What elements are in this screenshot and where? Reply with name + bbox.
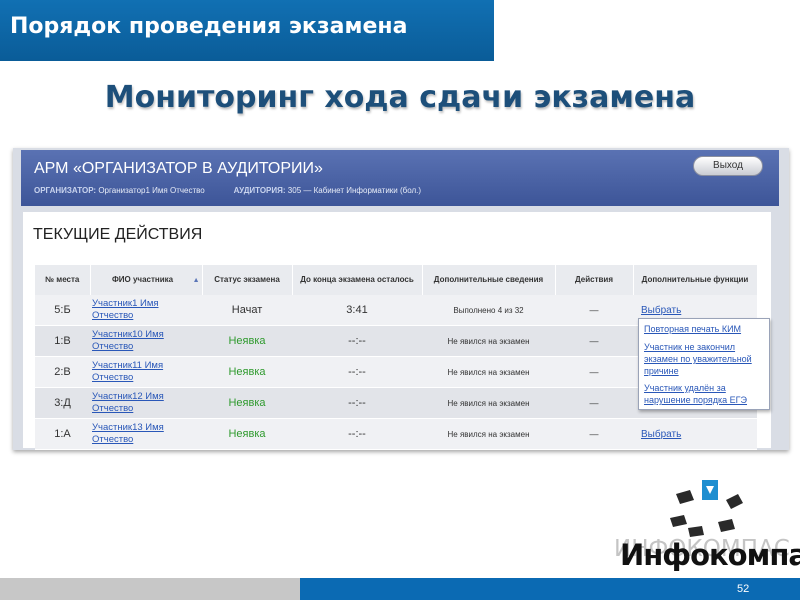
participant-link[interactable]: Участник1 Имя Отчество xyxy=(92,298,159,321)
room-value: 305 — Кабинет Информатики (бол.) xyxy=(287,186,422,195)
participant-link[interactable]: Участник11 Имя Отчество xyxy=(92,360,163,383)
time-cell: --:-- xyxy=(292,325,422,357)
function-cell: Выбрать xyxy=(633,418,757,450)
status-cell: Начат xyxy=(202,295,292,326)
functions-dropdown: Повторная печать КИМ Участник не закончи… xyxy=(638,318,770,410)
time-cell: --:-- xyxy=(292,418,422,450)
seat-cell: 3:Д xyxy=(35,387,90,419)
seat-cell: 1:В xyxy=(35,325,90,357)
action-cell: — xyxy=(555,325,633,357)
sort-arrow-icon[interactable]: ▲ xyxy=(193,276,200,286)
organizer-label: ОРГАНИЗАТОР: xyxy=(34,186,97,195)
name-cell: Участник10 Имя Отчество xyxy=(90,325,202,357)
name-line2: Отчество xyxy=(92,434,134,445)
name-cell: Участник11 Имя Отчество xyxy=(90,356,202,388)
select-link[interactable]: Выбрать xyxy=(641,429,681,440)
info-cell: Не явился на экзамен xyxy=(422,325,555,357)
col-actions[interactable]: Действия xyxy=(555,265,634,295)
seat-cell: 1:А xyxy=(35,418,90,450)
slide-footer: 52 xyxy=(0,578,800,600)
name-line2: Отчество xyxy=(92,310,134,321)
name-line1: Участник13 Имя xyxy=(92,422,164,433)
col-info[interactable]: Дополнительные сведения xyxy=(422,265,556,295)
name-line1: Участник10 Имя xyxy=(92,329,164,340)
name-cell: Участник1 Имя Отчество xyxy=(90,295,202,326)
name-cell: Участник12 Имя Отчество xyxy=(90,387,202,419)
name-line1: Участник12 Имя xyxy=(92,391,164,402)
app-top-bar: АРМ «ОРГАНИЗАТОР В АУДИТОРИИ» Выход ОРГА… xyxy=(21,150,779,206)
slide-header: Порядок проведения экзамена xyxy=(0,0,494,61)
time-cell: 3:41 xyxy=(292,295,422,326)
name-line2: Отчество xyxy=(92,403,134,414)
action-cell: — xyxy=(555,295,633,326)
logo-text: Инфокомпас xyxy=(620,538,800,572)
status-cell: Неявка xyxy=(202,387,292,419)
action-cell: — xyxy=(555,418,633,450)
col-seat[interactable]: № места xyxy=(35,265,91,295)
participant-link[interactable]: Участник12 Имя Отчество xyxy=(92,391,164,414)
action-cell: — xyxy=(555,387,633,419)
name-cell: Участник13 Имя Отчество xyxy=(90,418,202,450)
info-cell: Не явился на экзамен xyxy=(422,418,555,450)
col-name[interactable]: ФИО участника ▲ xyxy=(90,265,203,295)
app-info-line: ОРГАНИЗАТОР: Организатор1 Имя Отчество А… xyxy=(34,186,421,195)
name-line2: Отчество xyxy=(92,341,134,352)
col-time-left[interactable]: До конца экзамена осталось xyxy=(292,265,423,295)
removed-option-line2[interactable]: нарушение порядка ЕГЭ xyxy=(644,394,747,406)
seat-cell: 2:В xyxy=(35,356,90,388)
status-cell: Неявка xyxy=(202,325,292,357)
room-label: АУДИТОРИЯ: xyxy=(233,186,286,195)
name-line2: Отчество xyxy=(92,372,134,383)
participant-link[interactable]: Участник13 Имя Отчество xyxy=(92,422,164,445)
not-finished-option-line2[interactable]: экзамен по уважительной xyxy=(644,353,752,365)
slide-header-title: Порядок проведения экзамена xyxy=(10,14,408,39)
page-number: 52 xyxy=(737,583,750,595)
not-finished-option-line3[interactable]: причине xyxy=(644,365,679,377)
footer-gray-bar xyxy=(0,578,300,600)
time-cell: --:-- xyxy=(292,356,422,388)
participant-link[interactable]: Участник10 Имя Отчество xyxy=(92,329,164,352)
table-header-row: № места ФИО участника ▲ Статус экзамена Д… xyxy=(35,265,758,295)
status-cell: Неявка xyxy=(202,356,292,388)
exit-button[interactable]: Выход xyxy=(693,156,763,176)
info-cell: Не явился на экзамен xyxy=(422,387,555,419)
table-row: 1:А Участник13 Имя Отчество Неявка --:-- … xyxy=(35,418,757,450)
not-finished-option-line1[interactable]: Участник не закончил xyxy=(644,341,735,353)
section-title: ТЕКУЩИЕ ДЕЙСТВИЯ xyxy=(33,226,203,243)
slide-subtitle: Мониторинг хода сдачи экзамена xyxy=(104,80,696,115)
removed-option-line1[interactable]: Участник удалён за xyxy=(644,382,726,394)
action-cell: — xyxy=(555,356,633,388)
col-status[interactable]: Статус экзамена xyxy=(202,265,293,295)
status-cell: Неявка xyxy=(202,418,292,450)
organizer-value: Организатор1 Имя Отчество xyxy=(98,186,205,195)
time-cell: --:-- xyxy=(292,387,422,419)
select-link[interactable]: Выбрать xyxy=(641,305,681,316)
reprint-kim-option[interactable]: Повторная печать КИМ xyxy=(644,323,741,335)
info-cell: Выполнено 4 из 32 xyxy=(422,295,555,326)
col-name-label: ФИО участника xyxy=(111,274,174,284)
name-line1: Участник1 Имя xyxy=(92,298,159,309)
col-functions[interactable]: Дополнительные функции xyxy=(633,265,758,295)
name-line1: Участник11 Имя xyxy=(92,360,164,371)
info-cell: Не явился на экзамен xyxy=(422,356,555,388)
footer-blue-bar xyxy=(300,578,800,600)
app-title: АРМ «ОРГАНИЗАТОР В АУДИТОРИИ» xyxy=(34,160,323,177)
seat-cell: 5:Б xyxy=(35,295,90,326)
